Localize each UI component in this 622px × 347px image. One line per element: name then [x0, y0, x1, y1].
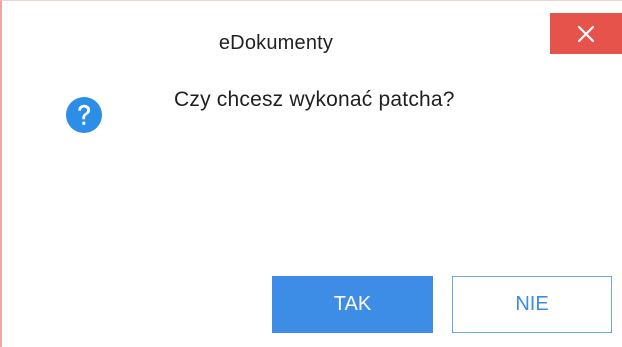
dialog-titlebar: eDokumenty [2, 1, 622, 59]
close-icon [577, 25, 595, 43]
dialog-title: eDokumenty [218, 32, 334, 54]
dialog-message: Czy chcesz wykonać patcha? [174, 88, 455, 111]
no-button[interactable]: NIE [452, 276, 612, 333]
close-button[interactable] [550, 13, 622, 54]
question-icon [65, 96, 103, 134]
confirm-dialog: eDokumenty Czy chcesz wykonać patcha? TA… [0, 0, 622, 347]
no-button-label: NIE [515, 293, 549, 315]
yes-button-label: TAK [333, 293, 372, 315]
yes-button[interactable]: TAK [272, 276, 433, 333]
